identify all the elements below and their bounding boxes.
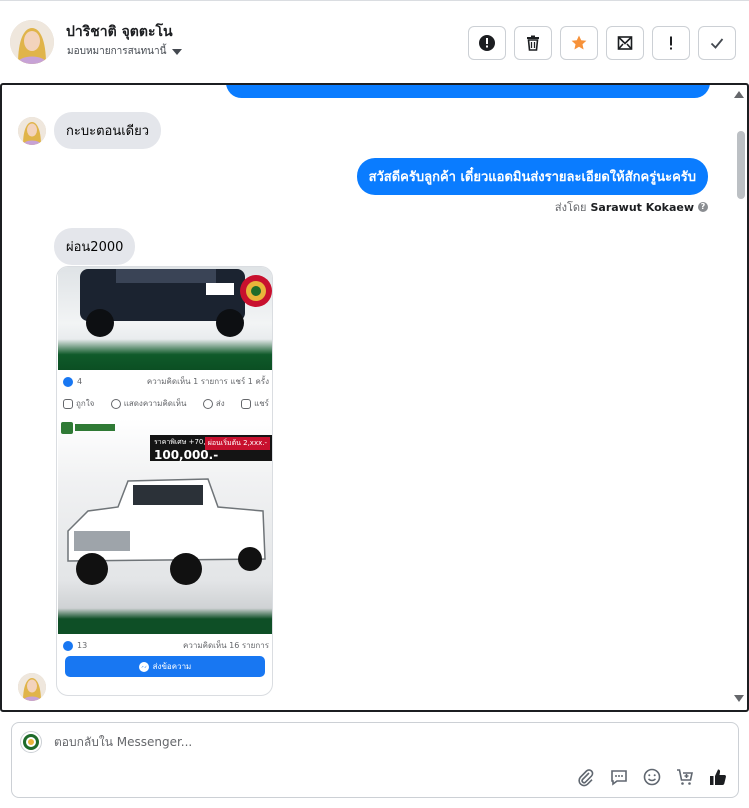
thumbs-up-icon xyxy=(63,398,73,409)
saved-replies-icon[interactable] xyxy=(609,767,629,787)
envelope-icon xyxy=(617,36,633,50)
post-like-count: 4 xyxy=(77,377,83,386)
caret-down-icon xyxy=(172,48,183,55)
promo-price: 100,000.- xyxy=(154,448,219,462)
share-arrow-icon xyxy=(241,398,252,409)
sent-by-prefix: ส่งโดย xyxy=(554,201,587,214)
like-reaction-icon xyxy=(63,376,73,387)
spam-button[interactable] xyxy=(652,26,690,60)
mark-unread-button[interactable] xyxy=(606,26,644,60)
conversation-header: ปาริชาติ จุตตะโน มอบหมายการสนทนานี้ xyxy=(0,0,749,82)
done-button[interactable] xyxy=(698,26,736,60)
sent-by-name: Sarawut Kokaew xyxy=(590,200,694,214)
reply-composer xyxy=(11,722,739,798)
contact-name[interactable]: ปาริชาติ จุตตะโน xyxy=(66,21,173,43)
scrollbar-thumb[interactable] xyxy=(737,131,745,199)
shared-post-preview[interactable]: 4 ความคิดเห็น 1 รายการ แชร์ 1 ครั้ง ถูกใ… xyxy=(56,266,273,696)
alert-circle-icon xyxy=(479,35,495,51)
assign-label: มอบหมายการสนทนานี้ xyxy=(67,46,167,57)
contact-avatar[interactable] xyxy=(10,20,54,64)
add-to-cart-icon[interactable] xyxy=(675,767,695,787)
contact-avatar-small xyxy=(18,117,46,145)
star-icon xyxy=(571,35,587,50)
post-like-label: ถูกใจ xyxy=(76,399,95,408)
delete-button[interactable] xyxy=(514,26,552,60)
emoji-icon[interactable] xyxy=(642,767,662,787)
trash-icon xyxy=(527,35,539,51)
comment-bubble-icon xyxy=(110,398,121,409)
post-stats: 4 ความคิดเห็น 1 รายการ แชร์ 1 ครั้ง xyxy=(63,375,269,388)
page-avatar xyxy=(20,731,42,753)
send-message-button[interactable]: ส่งข้อความ xyxy=(65,656,265,677)
post-stats: 13 ความคิดเห็น 16 รายการ xyxy=(63,639,269,652)
send-message-label: ส่งข้อความ xyxy=(152,662,192,671)
pickup-truck-image xyxy=(58,267,272,370)
info-icon[interactable]: ? xyxy=(698,202,708,212)
promo-badge: ผ่อนเริ่มต้น 2,xxx.- xyxy=(204,437,270,450)
post-like-count: 13 xyxy=(77,641,88,650)
message-thread[interactable]: กะบะตอนเดียว สวัสดีครับลูกค้า เดี๋ยวแอดม… xyxy=(0,83,749,712)
white-pickup-truck-image: ราคาพิเศษ +70,000.- 100,000.- ผ่อนเริ่มต… xyxy=(58,419,272,634)
post-like-action[interactable]: ถูกใจ xyxy=(63,397,94,410)
incoming-message-bubble: กะบะตอนเดียว xyxy=(54,112,162,149)
post-send-label: ส่ง xyxy=(215,399,225,408)
messenger-icon xyxy=(202,398,213,409)
star-button[interactable] xyxy=(560,26,598,60)
outgoing-message-bubble-partial xyxy=(226,85,710,98)
reply-input[interactable] xyxy=(54,735,554,749)
scroll-down-arrow-icon[interactable] xyxy=(734,695,744,702)
scroll-up-arrow-icon[interactable] xyxy=(734,91,744,98)
exclamation-icon xyxy=(670,36,672,50)
post-comment-share-count: ความคิดเห็น 1 รายการ แชร์ 1 ครั้ง xyxy=(146,377,269,386)
post-comment-count: ความคิดเห็น 16 รายการ xyxy=(182,641,269,650)
sent-by-label: ส่งโดย Sarawut Kokaew ? xyxy=(555,198,708,216)
post-comment-action[interactable]: แสดงความคิดเห็น xyxy=(110,397,187,410)
messenger-icon xyxy=(138,661,149,672)
thumbs-up-icon[interactable] xyxy=(708,767,728,787)
post-send-action[interactable]: ส่ง xyxy=(202,397,225,410)
paperclip-icon[interactable] xyxy=(576,767,596,787)
conversation-actions xyxy=(468,26,736,60)
contact-avatar-small xyxy=(18,673,46,701)
price-promo-banner: ราคาพิเศษ +70,000.- 100,000.- ผ่อนเริ่มต… xyxy=(150,435,272,462)
post-comment-label: แสดงความคิดเห็น xyxy=(123,399,187,408)
composer-toolbar xyxy=(576,767,728,787)
post-share-label: แชร์ xyxy=(254,399,269,408)
outgoing-message-bubble: สวัสดีครับลูกค้า เดี๋ยวแอดมินส่งรายละเอี… xyxy=(356,158,708,195)
assign-conversation-dropdown[interactable]: มอบหมายการสนทนานี้ xyxy=(67,44,183,59)
check-icon xyxy=(710,38,724,49)
post-action-bar: ถูกใจ แสดงความคิดเห็น ส่ง แชร์ xyxy=(63,397,269,410)
report-button[interactable] xyxy=(468,26,506,60)
incoming-message-bubble: ผ่อน2000 xyxy=(54,228,136,265)
post-share-action[interactable]: แชร์ xyxy=(241,397,269,410)
like-reaction-icon xyxy=(63,640,73,651)
conversation-page: ปาริชาติ จุตตะโน มอบหมายการสนทนานี้ กะบะ… xyxy=(0,0,749,808)
